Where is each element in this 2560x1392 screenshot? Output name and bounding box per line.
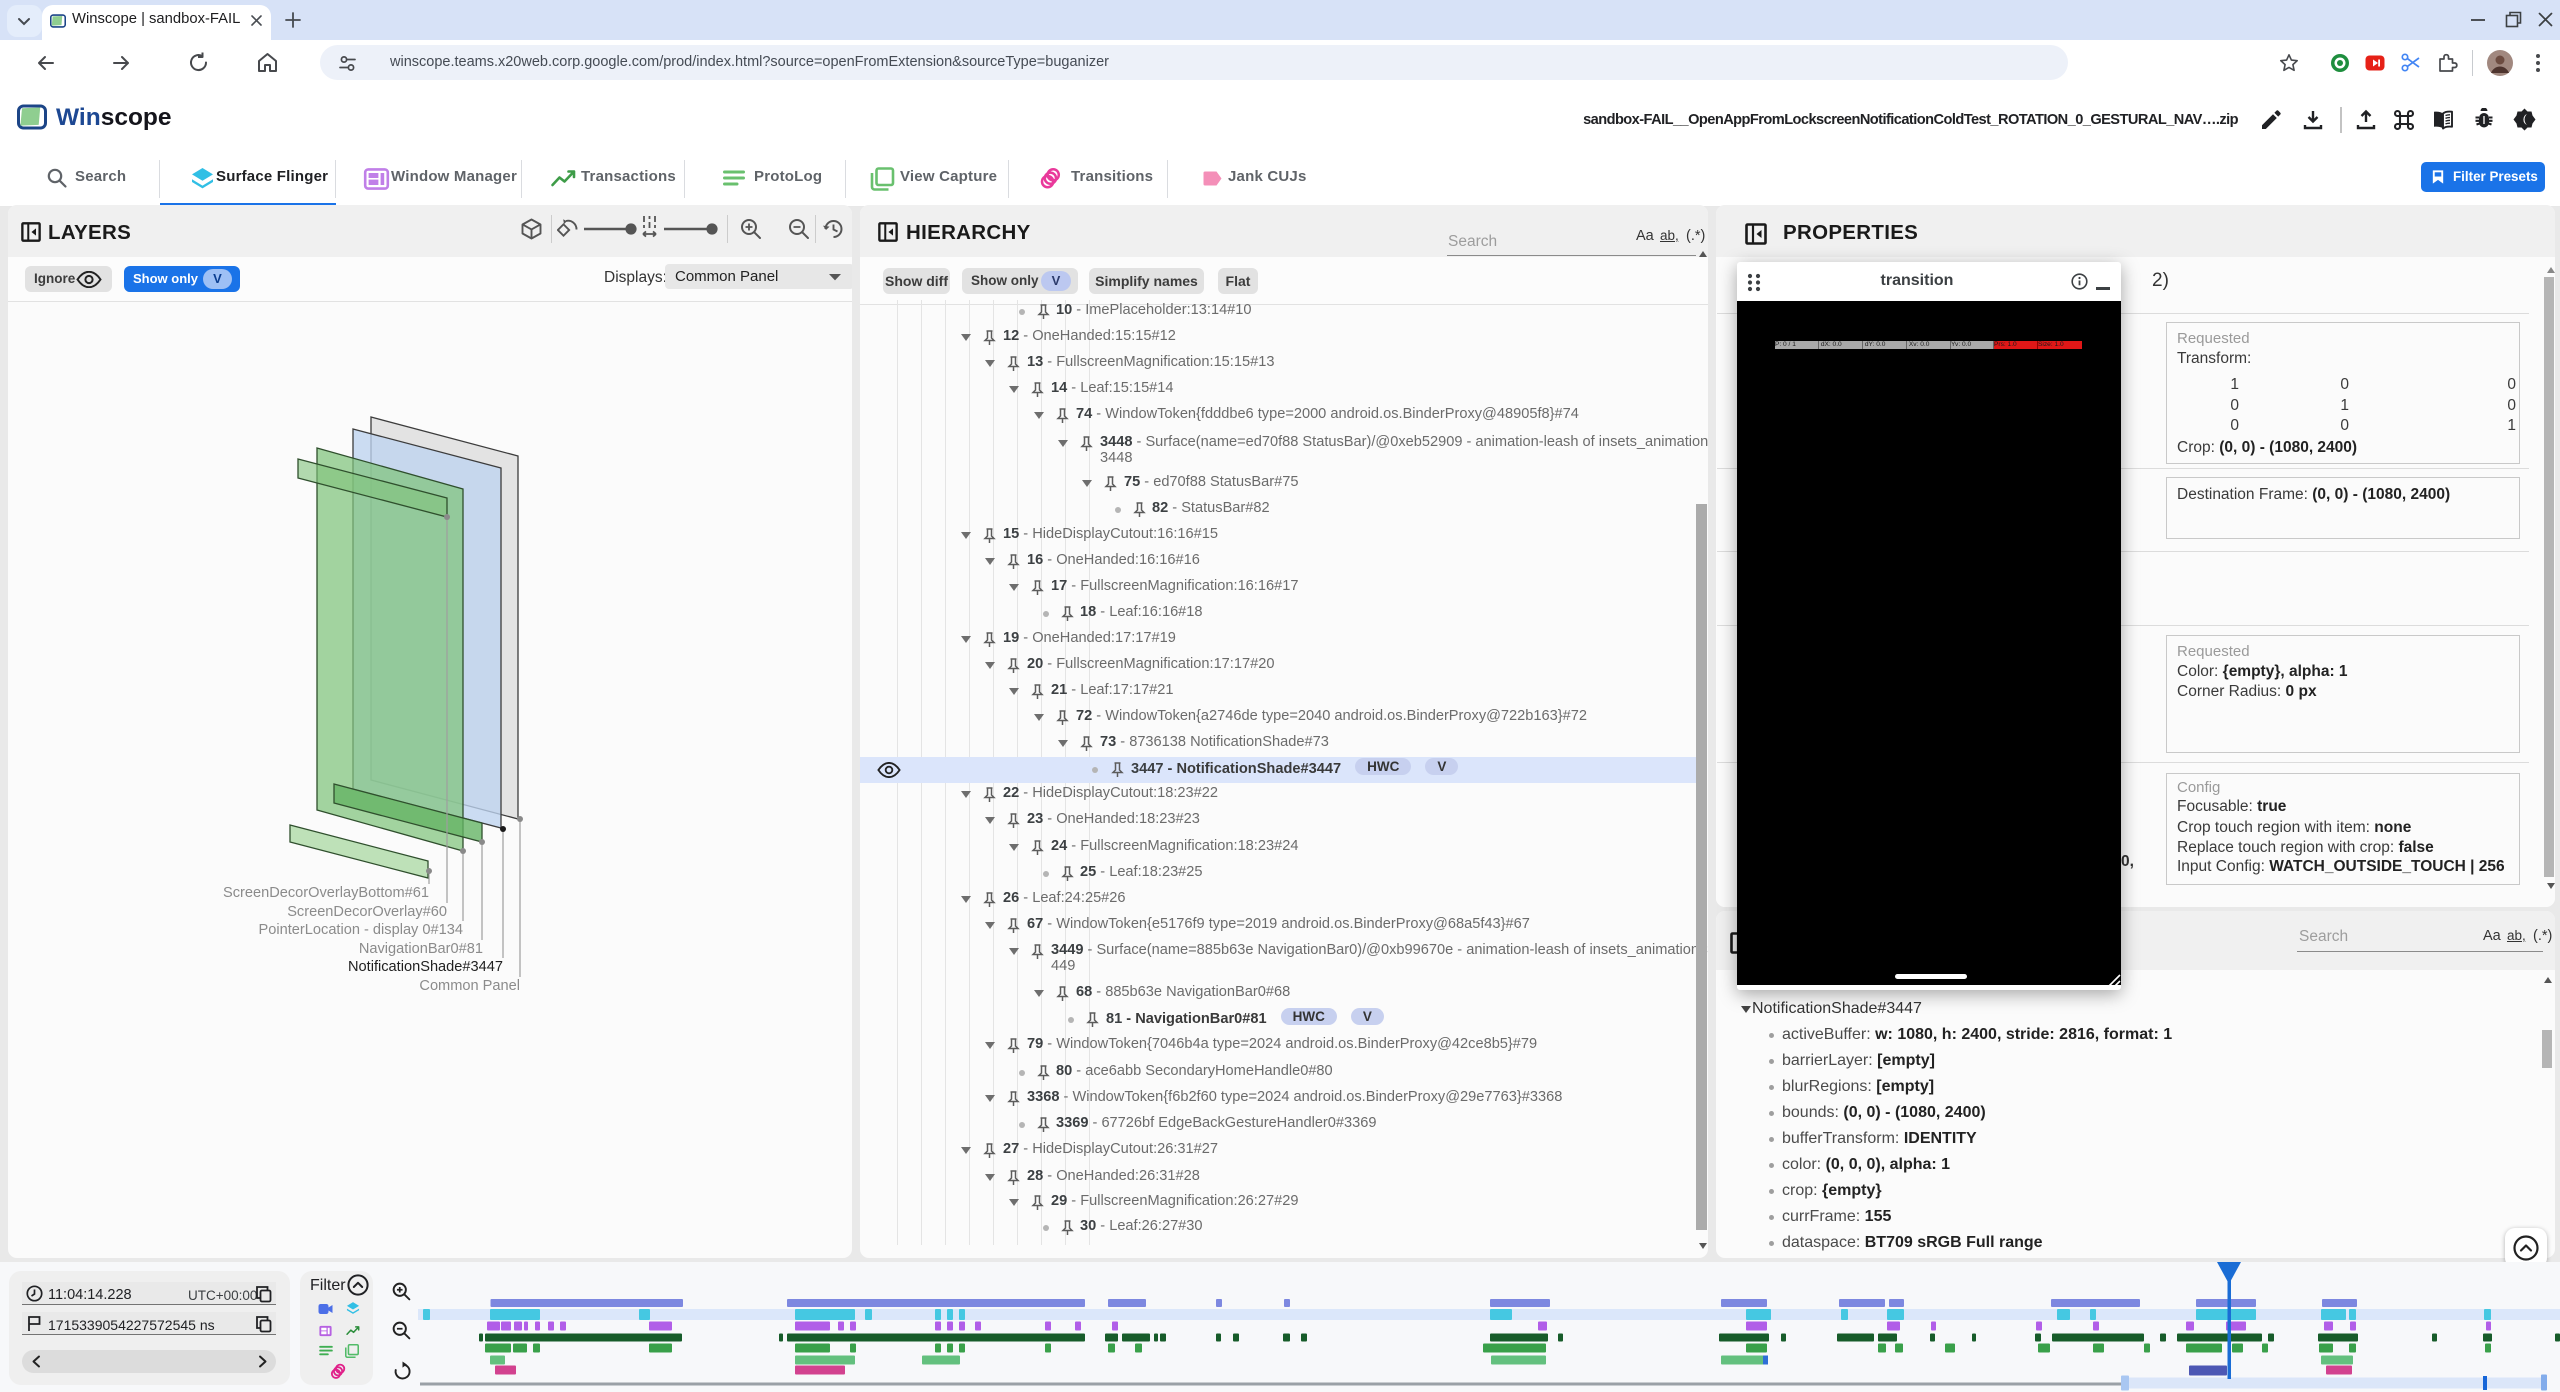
svg-text:PointerLocation - display 0#13: PointerLocation - display 0#134: [259, 922, 463, 938]
svg-text:NavigationBar0#81: NavigationBar0#81: [359, 941, 483, 957]
svg-text:Common Panel: Common Panel: [419, 978, 520, 994]
svg-text:NotificationShade#3447: NotificationShade#3447: [348, 959, 503, 975]
svg-text:ScreenDecorOverlayBottom#61: ScreenDecorOverlayBottom#61: [223, 885, 429, 901]
svg-text:ScreenDecorOverlay#60: ScreenDecorOverlay#60: [287, 904, 447, 920]
